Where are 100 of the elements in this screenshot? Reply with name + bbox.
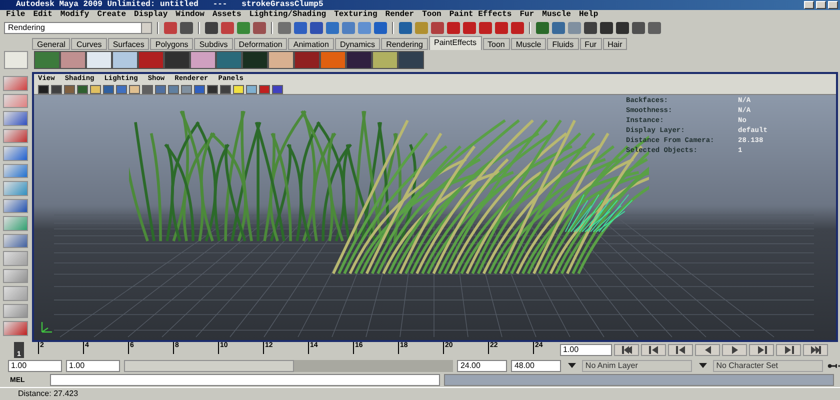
menu-item[interactable]: Lighting/Shading [249,10,326,20]
step-back-key-button[interactable] [641,344,666,356]
shelf-tab[interactable]: Toon [482,38,510,50]
tool-icon[interactable] [3,321,28,336]
shelf-tab[interactable]: Animation [288,38,334,50]
tool-icon[interactable] [648,22,661,34]
panel-tool-icon[interactable] [220,84,231,94]
shelf-menu-button[interactable] [4,51,28,69]
brush-preset-thumbnail[interactable] [320,51,346,69]
tool-icon[interactable] [495,22,508,34]
tool-icon[interactable] [616,22,629,34]
playback-start-field[interactable]: 1.00 [66,360,120,372]
menu-item[interactable]: Fur [520,10,534,20]
step-back-frame-button[interactable] [668,344,693,356]
shelf-tab[interactable]: PaintEffects [428,36,482,50]
tool-icon[interactable] [552,22,565,34]
go-to-start-button[interactable] [614,344,639,356]
brush-preset-thumbnail[interactable] [242,51,268,69]
menu-item[interactable]: Toon [422,10,442,20]
playback-end-field[interactable]: 24.00 [457,360,508,372]
tool-icon[interactable] [600,22,613,34]
brush-preset-thumbnail[interactable] [164,51,190,69]
tool-icon[interactable] [3,111,28,126]
brush-preset-thumbnail[interactable] [86,51,112,69]
tool-icon[interactable] [399,22,412,34]
play-forwards-button[interactable] [722,344,747,356]
brush-preset-thumbnail[interactable] [346,51,372,69]
panel-tool-icon[interactable] [38,84,49,94]
tool-icon[interactable] [536,22,549,34]
menu-item[interactable]: Edit [33,10,52,20]
tool-icon[interactable] [584,22,597,34]
menu-item[interactable]: Window [176,10,204,20]
shelf-tab[interactable]: Fur [580,38,602,50]
shelf-tab[interactable]: Deformation [234,38,288,50]
tool-icon[interactable] [447,22,460,34]
menu-item[interactable]: File [6,10,26,20]
key-icon[interactable] [827,362,840,370]
tool-icon[interactable] [253,22,266,34]
current-time-field[interactable]: 1.00 [560,344,612,356]
shelf-tab[interactable]: General [32,38,70,50]
brush-preset-thumbnail[interactable] [398,51,424,69]
close-button[interactable] [828,1,838,9]
panel-tool-icon[interactable] [51,84,62,94]
character-set-field[interactable]: No Character Set [713,360,823,372]
shelf-tab[interactable]: Muscle [510,38,546,50]
end-time-field[interactable]: 48.00 [511,360,562,372]
tool-icon[interactable] [294,22,307,34]
shelf-tab[interactable]: Fluids [547,38,579,50]
menu-item[interactable]: Help [578,10,598,20]
menu-item[interactable]: Modify [60,10,90,20]
minimize-button[interactable] [804,1,814,9]
brush-preset-thumbnail[interactable] [268,51,294,69]
maximize-button[interactable] [816,1,826,9]
shelf-tab[interactable]: Hair [602,38,628,50]
shelf-tab[interactable]: Subdivs [194,38,233,50]
menu-item[interactable]: Create [97,10,126,20]
menu-item[interactable]: Display [134,10,168,20]
tool-icon[interactable] [310,22,323,34]
play-backwards-button[interactable] [695,344,720,356]
brush-preset-thumbnail[interactable] [60,51,86,69]
tool-icon[interactable] [205,22,218,34]
playback-glyph-icon [702,346,712,354]
shelf-tab[interactable]: Surfaces [108,38,150,50]
panel-tool-icon[interactable] [207,84,218,94]
tool-icon[interactable] [511,22,524,34]
panel-tool-icon[interactable] [77,84,88,94]
brush-preset-thumbnail[interactable] [138,51,164,69]
tool-icon[interactable] [180,22,193,34]
menu-set-dropdown[interactable]: Rendering [4,22,152,34]
panel-tool-icon[interactable] [272,84,283,94]
anim-layer-field[interactable]: No Anim Layer [582,360,692,372]
menu-item[interactable]: Texturing [334,10,378,20]
brush-preset-thumbnail[interactable] [294,51,320,69]
tool-icon[interactable] [431,22,444,34]
menu-item[interactable]: Render [385,10,414,20]
menu-item[interactable]: Muscle [542,10,571,20]
brush-preset-thumbnail[interactable] [372,51,398,69]
brush-preset-thumbnail[interactable] [34,51,60,69]
step-forward-frame-button[interactable] [749,344,774,356]
help-line: Distance: 27.423 [0,387,840,400]
tool-icon[interactable] [3,198,28,214]
shelf-tab[interactable]: Rendering [381,38,428,50]
step-forward-key-button[interactable] [776,344,801,356]
range-slider-bar[interactable] [124,360,294,372]
brush-preset-thumbnail[interactable] [216,51,242,69]
tool-icon[interactable] [463,22,476,34]
tool-icon[interactable] [479,22,492,34]
shelf-tab[interactable]: Dynamics [334,38,380,50]
shelf-tab[interactable]: Polygons [150,38,194,50]
playback-glyph-icon [810,346,820,354]
brush-preset-thumbnail[interactable] [112,51,138,69]
menu-item[interactable]: Assets [212,10,242,20]
menu-item[interactable]: Paint Effects [449,10,512,20]
shelf-tab[interactable]: Curves [71,38,107,50]
go-to-end-button[interactable] [803,344,828,356]
command-input-field[interactable] [50,374,440,386]
start-time-field[interactable]: 1.00 [8,360,62,372]
tool-icon[interactable] [632,22,645,34]
tool-icon[interactable] [374,22,387,34]
brush-preset-thumbnail[interactable] [190,51,216,69]
